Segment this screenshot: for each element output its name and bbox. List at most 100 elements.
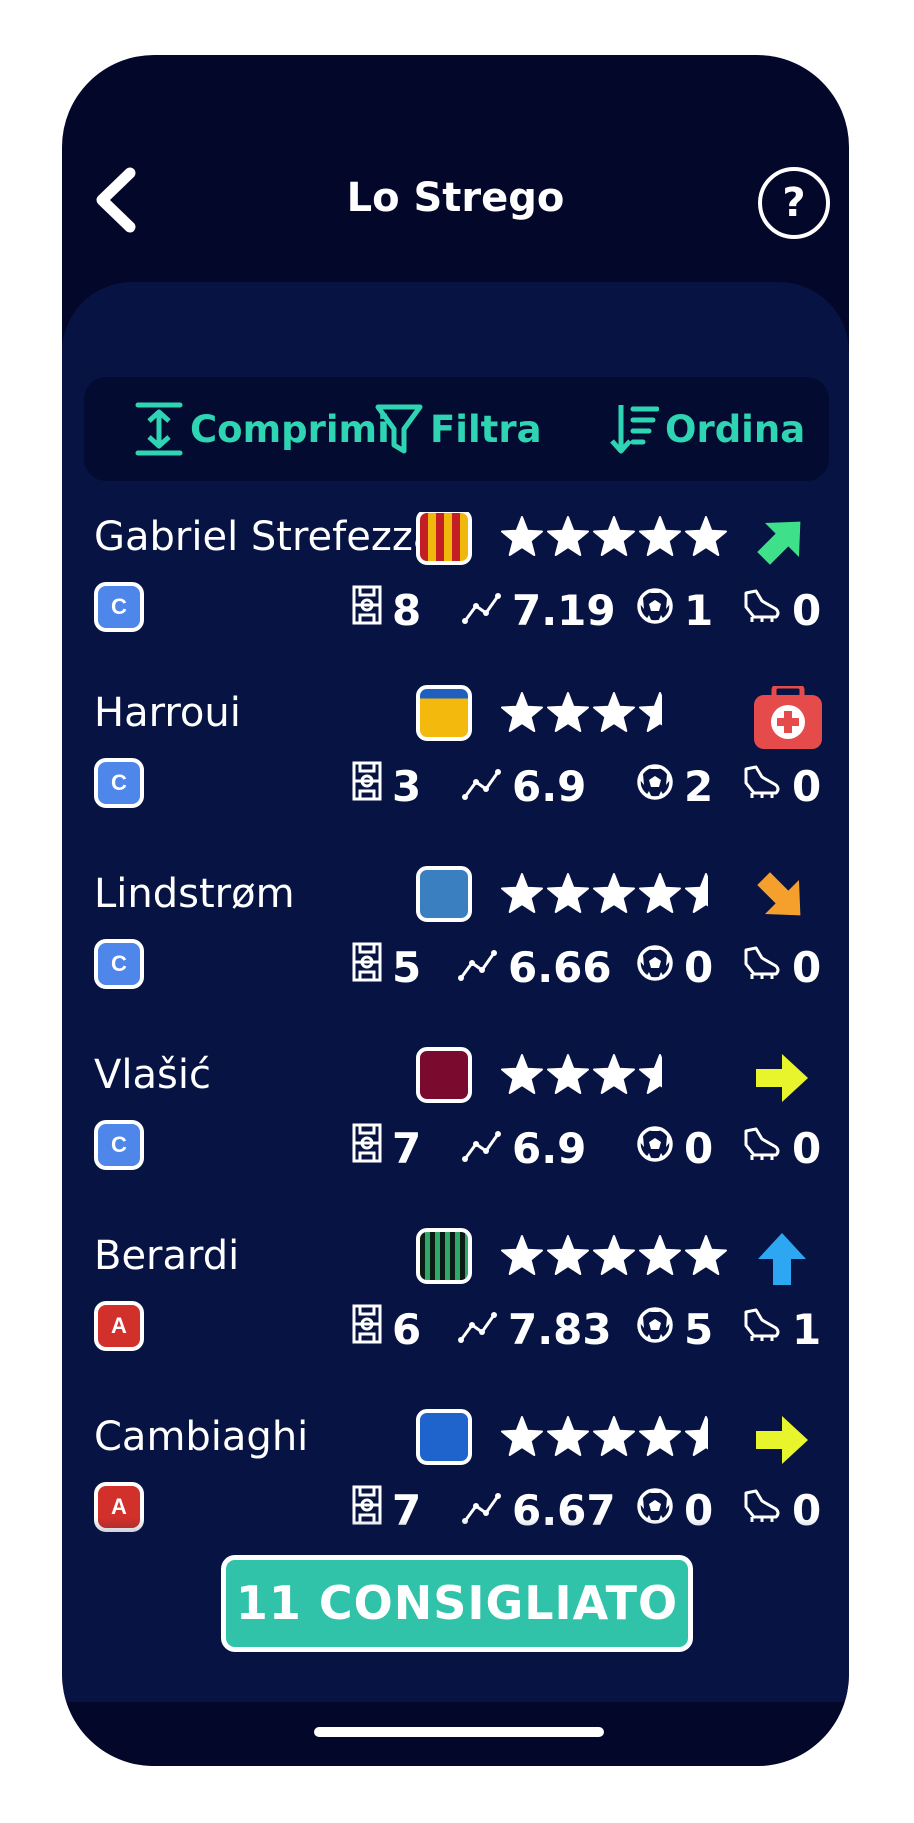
rating-stars xyxy=(500,1233,730,1281)
goals-value: 0 xyxy=(684,1485,714,1535)
player-row[interactable]: Lindstrøm C 5 6.66 0 0 xyxy=(62,866,849,1051)
assists-stat: 0 xyxy=(742,761,821,811)
pitch-icon xyxy=(352,1123,392,1173)
trend-arrow-icon xyxy=(752,867,808,923)
average-value: 6.66 xyxy=(508,942,612,992)
pitch-icon xyxy=(352,585,392,635)
player-name: Vlašić xyxy=(94,1052,211,1098)
appearances-stat: 7 xyxy=(352,1123,421,1173)
rating-stars xyxy=(500,690,684,738)
trend-arrow-icon xyxy=(752,1229,808,1285)
appearances-stat: 7 xyxy=(352,1485,421,1535)
assists-stat: 0 xyxy=(742,942,821,992)
appearances-value: 5 xyxy=(392,942,422,992)
trend-arrow-icon xyxy=(752,1410,808,1466)
player-name: Lindstrøm xyxy=(94,871,295,917)
appearances-value: 7 xyxy=(392,1485,422,1535)
sort-icon xyxy=(610,405,659,454)
assists-value: 0 xyxy=(792,942,822,992)
appearances-stat: 8 xyxy=(352,585,421,635)
soccer-ball-icon xyxy=(636,1124,684,1173)
compress-label: Comprimi xyxy=(190,407,390,451)
goals-value: 5 xyxy=(684,1304,714,1354)
assists-stat: 0 xyxy=(742,585,821,635)
goals-stat: 5 xyxy=(636,1304,713,1354)
compress-button[interactable]: Comprimi xyxy=(134,377,390,481)
assists-value: 0 xyxy=(792,1123,822,1173)
question-mark-icon: ? xyxy=(782,180,806,226)
team-jersey-icon xyxy=(416,1409,472,1465)
player-name: Harroui xyxy=(94,690,241,736)
chart-line-icon xyxy=(462,762,512,811)
player-row[interactable]: Harroui C 3 6.9 2 0 xyxy=(62,683,849,870)
average-value: 6.9 xyxy=(512,1123,587,1173)
sort-button[interactable]: Ordina xyxy=(609,377,805,481)
goals-stat: 1 xyxy=(636,585,713,635)
pitch-icon xyxy=(352,761,392,811)
player-row[interactable]: Gabriel Strefezza C 8 7.19 1 0 xyxy=(62,512,849,694)
top-bar: Lo Strego ? xyxy=(62,55,849,285)
boot-icon xyxy=(742,762,792,811)
goals-value: 1 xyxy=(684,585,714,635)
goals-stat: 0 xyxy=(636,1123,713,1173)
chart-line-icon xyxy=(462,586,512,635)
average-value: 7.83 xyxy=(508,1304,612,1354)
content-panel: Comprimi Filtra Ordina Gabriel Strefezza… xyxy=(62,282,849,1702)
recommended-eleven-button[interactable]: 11 CONSIGLIATO xyxy=(221,1555,693,1652)
help-button[interactable]: ? xyxy=(758,167,830,239)
player-name: Cambiaghi xyxy=(94,1414,309,1460)
chart-line-icon xyxy=(462,1124,512,1173)
assists-stat: 1 xyxy=(742,1304,821,1354)
appearances-stat: 5 xyxy=(352,942,421,992)
goals-value: 0 xyxy=(684,942,714,992)
trend-arrow-icon xyxy=(752,512,808,566)
team-jersey-icon xyxy=(416,1228,472,1284)
average-stat: 7.83 xyxy=(458,1304,612,1354)
sort-label: Ordina xyxy=(665,407,806,451)
rating-stars xyxy=(500,871,730,919)
home-indicator[interactable] xyxy=(314,1727,604,1737)
role-badge: C xyxy=(94,582,144,632)
role-badge: C xyxy=(94,1120,144,1170)
boot-icon xyxy=(742,1124,792,1173)
page-title: Lo Strego xyxy=(346,175,565,221)
expand-vertical-icon xyxy=(135,402,183,456)
average-stat: 7.19 xyxy=(462,585,616,635)
appearances-stat: 6 xyxy=(352,1304,421,1354)
appearances-value: 3 xyxy=(392,761,422,811)
phone-screen: Lo Strego ? Comprimi Filtra Ordina Gabri… xyxy=(62,55,849,1766)
team-jersey-icon xyxy=(416,1047,472,1103)
toolbar: Comprimi Filtra Ordina xyxy=(84,377,829,481)
goals-value: 0 xyxy=(684,1123,714,1173)
filter-button[interactable]: Filtra xyxy=(374,377,542,481)
soccer-ball-icon xyxy=(636,762,684,811)
soccer-ball-icon xyxy=(636,586,684,635)
boot-icon xyxy=(742,586,792,635)
soccer-ball-icon xyxy=(636,1305,684,1354)
goals-stat: 2 xyxy=(636,761,713,811)
appearances-value: 8 xyxy=(392,585,422,635)
assists-stat: 0 xyxy=(742,1123,821,1173)
pitch-icon xyxy=(352,1485,392,1535)
assists-value: 0 xyxy=(792,585,822,635)
player-list[interactable]: Gabriel Strefezza C 8 7.19 1 0 Harroui C… xyxy=(62,512,849,1687)
soccer-ball-icon xyxy=(636,943,684,992)
average-stat: 6.9 xyxy=(462,761,586,811)
player-row[interactable]: Berardi A 6 7.83 5 1 xyxy=(62,1228,849,1413)
team-jersey-icon xyxy=(416,512,472,565)
rating-stars xyxy=(500,514,730,562)
filter-icon xyxy=(375,404,423,454)
average-value: 7.19 xyxy=(512,585,616,635)
appearances-value: 7 xyxy=(392,1123,422,1173)
chart-line-icon xyxy=(458,943,508,992)
pitch-icon xyxy=(352,1304,392,1354)
appearances-value: 6 xyxy=(392,1304,422,1354)
role-badge: C xyxy=(94,758,144,808)
injury-icon xyxy=(752,683,822,749)
boot-icon xyxy=(742,1305,792,1354)
average-value: 6.9 xyxy=(512,761,587,811)
appearances-stat: 3 xyxy=(352,761,421,811)
player-row[interactable]: Vlašić C 7 6.9 0 0 xyxy=(62,1047,849,1232)
team-jersey-icon xyxy=(416,685,472,741)
filter-label: Filtra xyxy=(430,407,542,451)
